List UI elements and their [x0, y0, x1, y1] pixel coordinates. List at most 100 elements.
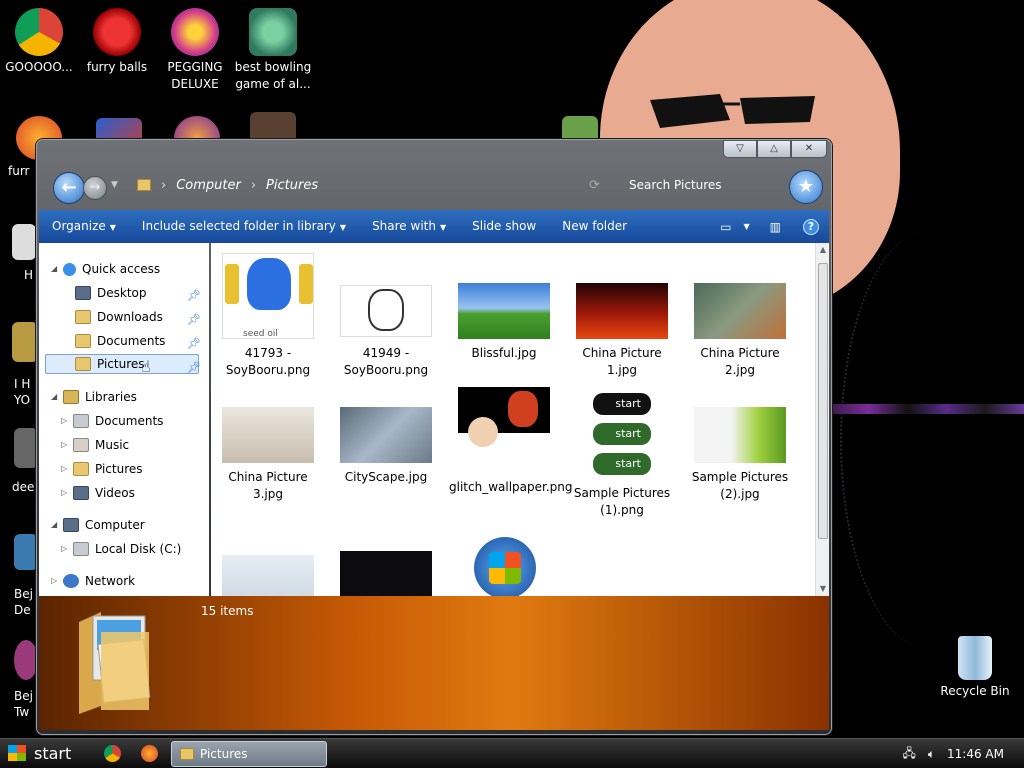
- chevron-down-icon[interactable]: ▼: [744, 222, 750, 231]
- desktop-icon-chrome[interactable]: GOOOOO...: [0, 8, 78, 76]
- desktop-icon-label: H: [24, 268, 34, 282]
- nav-lib-videos[interactable]: ▷ Videos: [61, 483, 135, 503]
- desktop-icon-recycle-bin[interactable]: Recycle Bin: [936, 636, 1014, 700]
- file-thumbnail: [458, 387, 550, 473]
- desktop-icon-pegging[interactable]: PEGGING DELUXE: [156, 8, 234, 93]
- forward-button[interactable]: →: [83, 176, 107, 200]
- vertical-scrollbar[interactable]: ▲ ▼: [815, 243, 829, 596]
- pin-icon[interactable]: 📌︎: [187, 337, 201, 350]
- chevron-down-icon: ▼: [439, 223, 447, 232]
- file-item[interactable]: start start start Sample Pictures (1).pn…: [567, 387, 677, 519]
- firefox-icon[interactable]: [141, 745, 158, 762]
- back-button[interactable]: ←: [53, 172, 85, 204]
- bowling-icon: [249, 8, 297, 56]
- collapse-arrow-icon[interactable]: ▷: [61, 459, 73, 479]
- nav-libraries[interactable]: ◢ Libraries: [51, 387, 137, 407]
- nav-local-disk[interactable]: ▷ Local Disk (C:): [61, 539, 181, 559]
- file-item[interactable]: seed oil 41793 - SoyBooru.png: [213, 253, 323, 379]
- collapse-arrow-icon[interactable]: ▷: [51, 571, 63, 591]
- file-name: glitch_wallpaper.png: [449, 480, 573, 494]
- nav-desktop[interactable]: Desktop: [75, 283, 147, 303]
- taskbar-pictures-window[interactable]: Pictures: [171, 741, 327, 767]
- collapse-arrow-icon[interactable]: ▷: [61, 483, 73, 503]
- nav-label: Downloads: [97, 310, 163, 324]
- new-folder-button[interactable]: New folder: [549, 210, 640, 243]
- file-item[interactable]: China Picture 3.jpg: [213, 407, 323, 503]
- file-item[interactable]: [449, 533, 559, 596]
- include-in-library-button[interactable]: Include selected folder in library ▼: [129, 210, 359, 243]
- file-item[interactable]: China Picture 2.jpg: [685, 283, 795, 379]
- pin-icon[interactable]: 📌︎: [187, 313, 201, 326]
- nav-documents[interactable]: Documents: [75, 331, 165, 351]
- minimize-button[interactable]: ▽: [723, 140, 757, 158]
- address-bar[interactable]: › Computer › Pictures: [137, 172, 617, 198]
- desktop-icon-label: Bej De: [14, 587, 33, 617]
- file-item[interactable]: 41949 - SoyBooru.png: [331, 253, 441, 379]
- nav-lib-documents[interactable]: ▷ Documents: [61, 411, 163, 431]
- expand-arrow-icon[interactable]: ◢: [51, 515, 63, 535]
- chevron-right-icon[interactable]: ›: [251, 178, 256, 193]
- app-icon[interactable]: [12, 322, 38, 362]
- app-icon[interactable]: [12, 224, 36, 260]
- nav-computer[interactable]: ◢ Computer: [51, 515, 145, 535]
- folder-icon: [137, 179, 151, 191]
- desktop-icon-furry-balls[interactable]: furry balls: [78, 8, 156, 76]
- wallpaper-outline: [840, 230, 1020, 650]
- folder-icon: [180, 748, 194, 760]
- file-item[interactable]: glitch_wallpaper.png: [449, 387, 573, 496]
- nav-lib-pictures[interactable]: ▷ Pictures: [61, 459, 143, 479]
- breadcrumb-pictures[interactable]: Pictures: [266, 178, 318, 193]
- nav-downloads[interactable]: Downloads: [75, 307, 163, 327]
- search-icon[interactable]: ★: [789, 170, 823, 204]
- scroll-down-icon[interactable]: ▼: [816, 582, 830, 596]
- collapse-arrow-icon[interactable]: ▷: [61, 411, 73, 431]
- refresh-icon[interactable]: ⟳: [589, 178, 600, 193]
- pin-icon[interactable]: 📌︎: [187, 289, 201, 302]
- chrome-icon: [15, 8, 63, 56]
- search-input[interactable]: Search Pictures: [629, 172, 789, 198]
- slide-show-button[interactable]: Slide show: [459, 210, 549, 243]
- file-item[interactable]: Sample Pictures (2).jpg: [685, 407, 795, 503]
- recycle-bin-icon: [958, 636, 992, 680]
- nav-pictures-selected[interactable]: Pictures: [45, 354, 199, 374]
- file-item[interactable]: [213, 555, 323, 596]
- file-item[interactable]: Blissful.jpg: [449, 283, 559, 362]
- pin-icon[interactable]: 📌︎: [187, 361, 201, 374]
- close-button[interactable]: ✕: [791, 140, 827, 158]
- file-name: China Picture 2.jpg: [700, 346, 780, 377]
- volume-icon[interactable]: 🔈︎: [928, 747, 935, 762]
- nav-network[interactable]: ▷ Network: [51, 571, 135, 591]
- start-button[interactable]: start: [2, 741, 92, 767]
- expand-arrow-icon[interactable]: ◢: [51, 259, 63, 279]
- change-view-icon[interactable]: ▭: [720, 220, 731, 234]
- organize-label: Organize: [52, 219, 106, 233]
- file-item[interactable]: CityScape.jpg: [331, 407, 441, 486]
- file-item[interactable]: China Picture 1.jpg: [567, 283, 677, 379]
- chevron-right-icon[interactable]: ›: [161, 178, 166, 193]
- maximize-button[interactable]: △: [757, 140, 791, 158]
- nav-lib-music[interactable]: ▷ Music: [61, 435, 129, 455]
- collapse-arrow-icon[interactable]: ▷: [61, 539, 73, 559]
- preview-pane-icon[interactable]: ▥: [770, 220, 781, 234]
- expand-arrow-icon[interactable]: ◢: [51, 387, 63, 407]
- clock[interactable]: 11:46 AM: [947, 747, 1004, 761]
- nav-label: Videos: [95, 486, 135, 500]
- breadcrumb-computer[interactable]: Computer: [176, 178, 241, 193]
- chrome-icon[interactable]: [104, 745, 121, 762]
- app-icon[interactable]: [14, 428, 38, 468]
- desktop-icon-label: GOOOOO...: [5, 60, 73, 74]
- share-with-button[interactable]: Share with ▼: [359, 210, 459, 243]
- desktop-icon-bowling[interactable]: best bowling game of al...: [234, 8, 312, 93]
- organize-button[interactable]: Organize ▼: [39, 210, 129, 243]
- collapse-arrow-icon[interactable]: ▷: [61, 435, 73, 455]
- nav-quick-access[interactable]: ◢ Quick access: [51, 259, 160, 279]
- scroll-up-icon[interactable]: ▲: [816, 243, 830, 257]
- pegging-icon: [171, 8, 219, 56]
- scroll-thumb[interactable]: [818, 263, 828, 539]
- app-icon[interactable]: [14, 534, 38, 570]
- file-item[interactable]: [331, 551, 441, 596]
- app-icon[interactable]: [14, 640, 38, 680]
- network-tray-icon[interactable]: 🖧︎: [902, 744, 915, 765]
- history-dropdown-icon[interactable]: ▼: [111, 180, 118, 190]
- help-icon[interactable]: ?: [803, 218, 819, 235]
